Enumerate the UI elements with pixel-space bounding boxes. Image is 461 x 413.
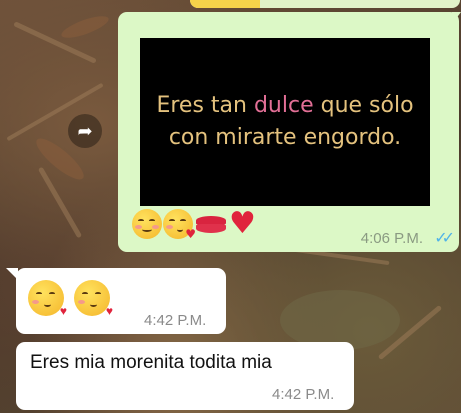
image-text-line2: con mirarte engordo. (168, 125, 402, 150)
message-time: 4:42 P.M. (144, 312, 207, 329)
kissing-face-icon: ♥ (74, 280, 113, 318)
message-image[interactable]: Eres tan dulce que sólo con mirarte engo… (140, 38, 430, 206)
message-time: 4:06 P.M. (360, 230, 423, 247)
incoming-emoji-message[interactable]: ♥ ♥ 4:42 P.M. (16, 268, 226, 334)
message-text: Eres mia morenita todita mia (30, 352, 272, 373)
forward-arrow-icon[interactable]: ➦ (68, 114, 102, 148)
kiss-mark-icon (194, 214, 228, 234)
double-check-icon: ✓✓ (434, 230, 455, 247)
kissing-face-icon: ♥ (28, 280, 67, 318)
kissing-face-icon: ♥ (163, 209, 196, 241)
caption-emojis: ♥ ♥ (132, 206, 256, 241)
previous-message-edge (190, 0, 460, 8)
incoming-text-message[interactable]: Eres mia morenita todita mia 4:42 P.M. (16, 342, 354, 410)
message-time: 4:42 P.M. (272, 386, 335, 403)
smiling-face-icon (132, 209, 162, 239)
image-text-line1: Eres tan dulce que sólo (156, 93, 414, 118)
outgoing-image-message[interactable]: Eres tan dulce que sólo con mirarte engo… (118, 12, 459, 252)
red-heart-icon: ♥ (229, 206, 256, 241)
